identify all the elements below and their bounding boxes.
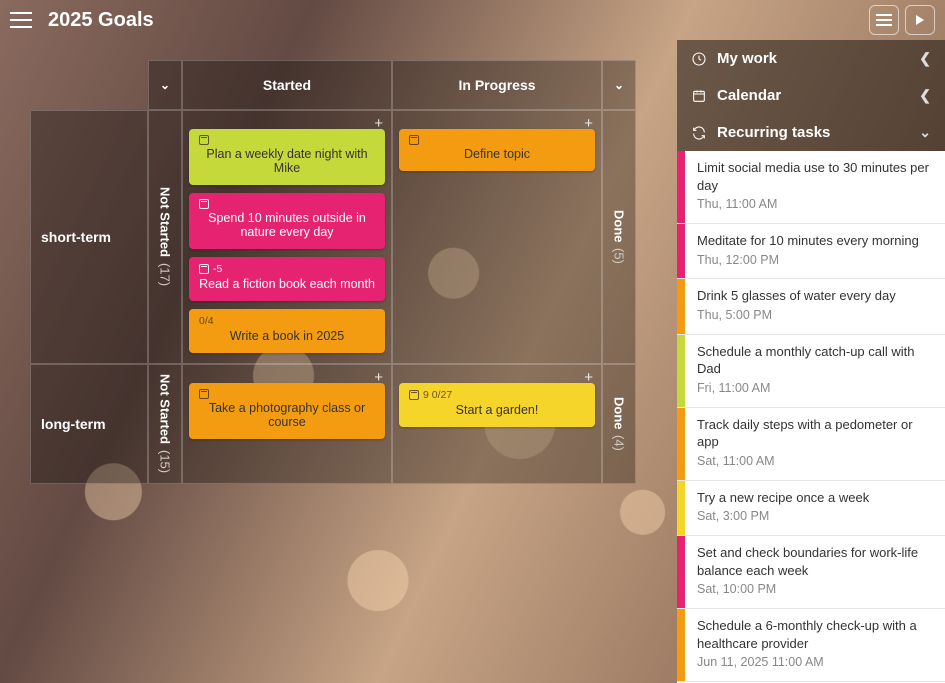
topbar: 2025 Goals <box>0 0 945 40</box>
card-title: Read a fiction book each month <box>199 277 375 291</box>
cell-long-started: + Take a photography class or course <box>182 364 392 484</box>
clock-icon <box>691 51 707 67</box>
chevron-left-icon: ❮ <box>919 50 931 67</box>
task-time: Sat, 11:00 AM <box>697 453 933 470</box>
kanban-card[interactable]: Define topic <box>399 129 595 171</box>
short-not-started-collapsed[interactable]: Not Started(17) <box>148 110 182 364</box>
card-title: Plan a weekly date night with Mike <box>199 147 375 175</box>
task-color-stripe <box>677 609 685 681</box>
recurring-task[interactable]: Limit social media use to 30 minutes per… <box>677 151 945 224</box>
long-not-started-collapsed[interactable]: Not Started(15) <box>148 364 182 484</box>
recurring-task[interactable]: Try a new recipe once a weekSat, 3:00 PM <box>677 481 945 536</box>
calendar-icon <box>691 88 707 104</box>
side-panel: My work ❮ Calendar ❮ Recurring tasks ⌄ L… <box>677 40 945 683</box>
kanban-card[interactable]: 0/4 Write a book in 2025 <box>189 309 385 353</box>
row-short-term[interactable]: short-term <box>30 110 148 364</box>
chevron-down-icon: ⌄ <box>919 124 931 141</box>
calendar-icon <box>199 199 209 209</box>
task-title: Try a new recipe once a week <box>697 489 869 507</box>
recurring-task[interactable]: Schedule a 6-monthly check-up with a hea… <box>677 609 945 682</box>
task-time: Sat, 3:00 PM <box>697 508 869 525</box>
kanban-card[interactable]: Plan a weekly date night with Mike <box>189 129 385 185</box>
card-title: Write a book in 2025 <box>199 329 375 343</box>
board: ⌄ Started In Progress ⌄ short-term Not S… <box>0 40 677 683</box>
side-section-my-work[interactable]: My work ❮ <box>677 40 945 77</box>
task-title: Schedule a monthly catch-up call with Da… <box>697 343 933 378</box>
calendar-icon <box>199 389 209 399</box>
page-title: 2025 Goals <box>48 9 863 32</box>
task-title: Track daily steps with a pedometer or ap… <box>697 416 933 451</box>
calendar-icon <box>199 135 209 145</box>
kanban-card[interactable]: Spend 10 minutes outside in nature every… <box>189 193 385 249</box>
cell-short-in-progress: + Define topic <box>392 110 602 364</box>
task-color-stripe <box>677 335 685 407</box>
row-long-term[interactable]: long-term <box>30 364 148 484</box>
side-section-recurring[interactable]: Recurring tasks ⌄ <box>677 114 945 151</box>
cell-short-started: + Plan a weekly date night with MikeSpen… <box>182 110 392 364</box>
menu-icon[interactable] <box>10 12 32 28</box>
recurring-task-list: Limit social media use to 30 minutes per… <box>677 151 945 683</box>
column-not-started-collapsed[interactable]: ⌄ <box>148 60 182 110</box>
card-title: Define topic <box>409 147 585 161</box>
task-color-stripe <box>677 536 685 608</box>
play-button[interactable] <box>905 5 935 35</box>
task-time: Sat, 10:00 PM <box>697 581 933 598</box>
task-title: Schedule a 6-monthly check-up with a hea… <box>697 617 933 652</box>
list-view-button[interactable] <box>869 5 899 35</box>
kanban-card[interactable]: -5 Read a fiction book each month <box>189 257 385 301</box>
chevron-down-icon: ⌄ <box>160 78 170 92</box>
card-meta: -5 <box>213 263 222 275</box>
side-section-calendar[interactable]: Calendar ❮ <box>677 77 945 114</box>
chevron-left-icon: ❮ <box>919 87 931 104</box>
task-title: Drink 5 glasses of water every day <box>697 287 896 305</box>
card-title: Spend 10 minutes outside in nature every… <box>199 211 375 239</box>
long-done-collapsed[interactable]: Done(4) <box>602 364 636 484</box>
task-title: Set and check boundaries for work-life b… <box>697 544 933 579</box>
card-title: Start a garden! <box>409 403 585 417</box>
task-title: Meditate for 10 minutes every morning <box>697 232 919 250</box>
task-time: Jun 11, 2025 11:00 AM <box>697 654 933 671</box>
task-title: Limit social media use to 30 minutes per… <box>697 159 933 194</box>
task-time: Thu, 11:00 AM <box>697 196 933 213</box>
calendar-icon <box>409 135 419 145</box>
cell-long-in-progress: + 9 0/27Start a garden! <box>392 364 602 484</box>
recurring-task[interactable]: Meditate for 10 minutes every morning Thu… <box>677 224 945 279</box>
task-color-stripe <box>677 151 685 223</box>
recurring-task[interactable]: Drink 5 glasses of water every day Thu, 5… <box>677 279 945 334</box>
chevron-down-icon: ⌄ <box>614 78 624 92</box>
calendar-icon <box>199 264 209 274</box>
recurring-task[interactable]: Schedule a monthly catch-up call with Da… <box>677 335 945 408</box>
calendar-icon <box>409 390 419 400</box>
task-time: Fri, 11:00 AM <box>697 380 933 397</box>
task-color-stripe <box>677 224 685 278</box>
kanban-card[interactable]: 9 0/27 Start a garden! <box>399 383 595 427</box>
recurring-task[interactable]: Set and check boundaries for work-life b… <box>677 536 945 609</box>
task-color-stripe <box>677 279 685 333</box>
card-meta: 0/4 <box>199 315 214 327</box>
kanban-card[interactable]: Take a photography class or course <box>189 383 385 439</box>
task-color-stripe <box>677 408 685 480</box>
column-in-progress[interactable]: In Progress <box>392 60 602 110</box>
short-done-collapsed[interactable]: Done(5) <box>602 110 636 364</box>
task-time: Thu, 5:00 PM <box>697 307 896 324</box>
refresh-icon <box>691 125 707 141</box>
recurring-task[interactable]: Track daily steps with a pedometer or ap… <box>677 408 945 481</box>
task-color-stripe <box>677 481 685 535</box>
task-time: Thu, 12:00 PM <box>697 252 919 269</box>
card-meta: 9 0/27 <box>423 389 452 401</box>
column-done-collapsed[interactable]: ⌄ <box>602 60 636 110</box>
card-title: Take a photography class or course <box>199 401 375 429</box>
column-started[interactable]: Started <box>182 60 392 110</box>
